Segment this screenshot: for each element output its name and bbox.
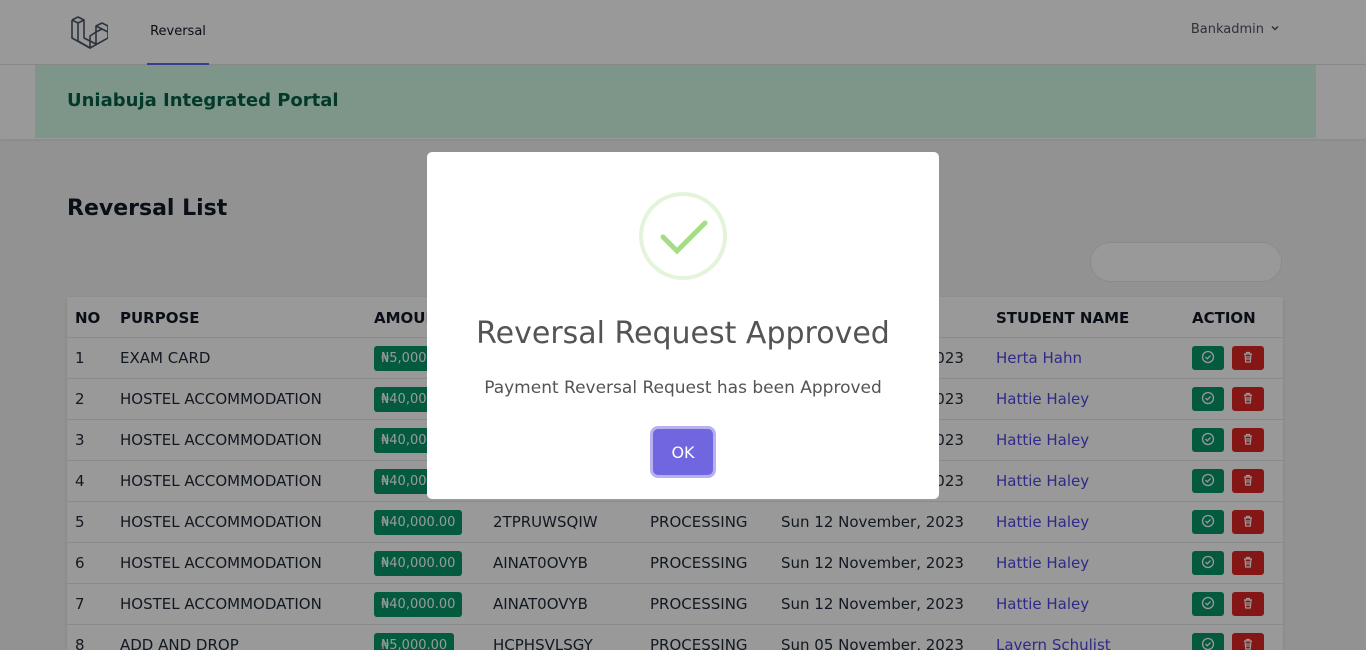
dialog-title: Reversal Request Approved — [476, 316, 890, 351]
modal-overlay[interactable]: Reversal Request Approved Payment Revers… — [0, 0, 1366, 650]
ok-button[interactable]: OK — [653, 429, 713, 475]
success-check-icon — [639, 192, 727, 280]
dialog-message: Payment Reversal Request has been Approv… — [484, 378, 882, 398]
success-dialog: Reversal Request Approved Payment Revers… — [427, 152, 939, 499]
